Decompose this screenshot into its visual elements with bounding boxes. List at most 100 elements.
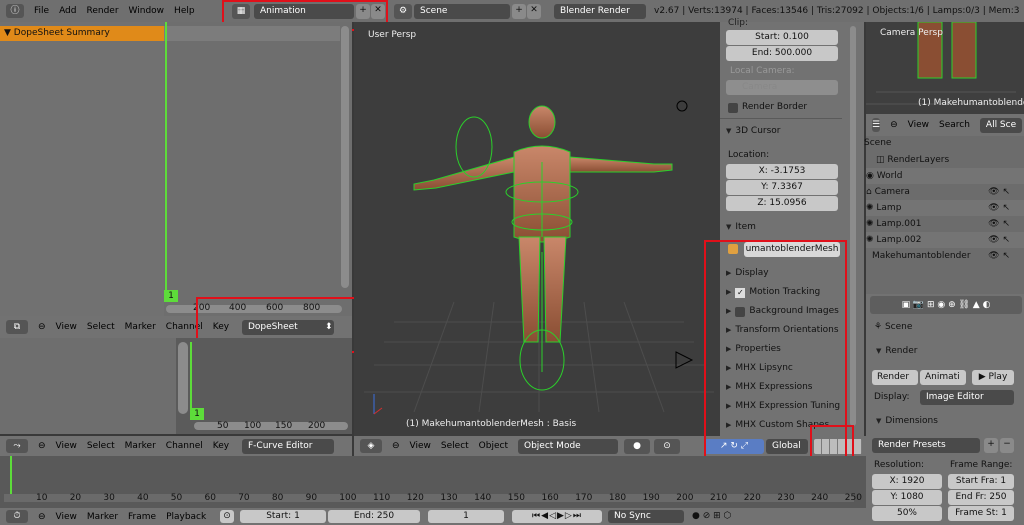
dopesheet-summary-row[interactable]: ▼ DopeSheet Summary (0, 26, 164, 41)
sync-mode-select[interactable]: No Sync (608, 510, 684, 523)
clip-label: Clip: (728, 18, 748, 28)
panel-scrollbar[interactable] (850, 26, 856, 426)
outliner-row-makehuman[interactable]: Makehumantoblender👁 ↖ (866, 248, 1024, 264)
dopesheet-menu-marker[interactable]: Marker (125, 322, 156, 332)
editor-type-icon[interactable]: ⧉ (6, 320, 28, 334)
viewport-menu-view[interactable]: View (410, 441, 431, 451)
preview-range-icon[interactable]: ⊙ (220, 510, 234, 523)
graph-menu-marker[interactable]: Marker (125, 441, 156, 451)
preset-remove-button[interactable]: − (1000, 438, 1014, 453)
graph-menu-channel[interactable]: Channel (166, 441, 203, 451)
object-mode-select[interactable]: Object Mode (518, 439, 618, 454)
panel-render[interactable]: ▼Render (870, 342, 1020, 361)
timeline-tick: 10 (36, 493, 47, 503)
clip-start-field[interactable]: Start: 0.100 (726, 30, 838, 45)
header-collapse-icon[interactable]: ⊖ (38, 322, 46, 332)
properties-tabs[interactable]: ▣ 📷 ⊞ ◉ ⊕ ⛓ ▲ ◐ (870, 296, 1022, 314)
editor-type-icon[interactable]: ◈ (360, 439, 382, 453)
outliner-row-world[interactable]: ◉ World (866, 168, 1024, 184)
play-label: Play (989, 372, 1008, 382)
render-engine-select[interactable]: Blender Render (554, 4, 646, 19)
viewport-menu-select[interactable]: Select (441, 441, 469, 451)
render-presets-select[interactable]: Render Presets (872, 438, 980, 453)
keying-icons[interactable]: ● ⊘ ⊞ ⬡ (692, 510, 752, 523)
resolution-x-field[interactable]: X: 1920 (872, 474, 942, 489)
graph-frame-indicator: 1 (190, 408, 204, 420)
timeline-start-field[interactable]: Start: 1 (240, 510, 326, 523)
panel-item[interactable]: ▼Item (720, 218, 842, 237)
dopesheet-vscroll[interactable] (341, 26, 349, 288)
outliner-row-scene[interactable]: Scene (864, 138, 891, 148)
3d-viewport[interactable]: User Persp (1) MakehumantoblenderMesh : … (354, 22, 720, 436)
menu-file[interactable]: File (34, 6, 49, 16)
render-animation-button[interactable]: Animati (920, 370, 966, 385)
outliner-display-mode[interactable]: All Sce (980, 118, 1022, 133)
pivot-icon[interactable]: ⊙ (654, 439, 680, 454)
dopesheet-menu-select[interactable]: Select (87, 322, 115, 332)
timeline-menu-view[interactable]: View (56, 512, 77, 522)
editor-type-icon[interactable]: ⏱ (6, 510, 28, 523)
menu-add[interactable]: Add (59, 6, 76, 16)
outliner-menu-view[interactable]: View (908, 120, 929, 130)
panel-dimensions[interactable]: ▼Dimensions (870, 412, 1020, 431)
outliner-row-lamp-001[interactable]: ✺ Lamp.001👁 ↖ (866, 216, 1024, 232)
viewport-menu-object[interactable]: Object (479, 441, 508, 451)
timeline-tick: 160 (542, 493, 559, 503)
outliner-row-lamp[interactable]: ✺ Lamp👁 ↖ (866, 200, 1024, 216)
cursor-x-field[interactable]: X: -3.1753 (726, 164, 838, 179)
graph-mode-select[interactable]: F-Curve Editor (242, 439, 334, 454)
timeline-current-frame-field[interactable]: 1 (428, 510, 504, 523)
end-frame-field[interactable]: End Fr: 250 (948, 490, 1014, 505)
cursor-y-field[interactable]: Y: 7.3367 (726, 180, 838, 195)
timeline-menu-marker[interactable]: Marker (87, 512, 118, 522)
outliner-menu-search[interactable]: Search (939, 120, 970, 130)
timeline-menu-playback[interactable]: Playback (166, 512, 206, 522)
menu-render[interactable]: Render (87, 6, 119, 16)
panel-3d-cursor[interactable]: ▼3D Cursor (720, 122, 842, 141)
graph-menu-view[interactable]: View (56, 441, 77, 451)
separator (720, 118, 842, 119)
header-collapse-icon[interactable]: ⊖ (38, 512, 46, 522)
local-camera-field[interactable]: Camera (726, 80, 838, 95)
editor-type-icon[interactable]: ☰ (872, 118, 880, 132)
header-collapse-icon[interactable]: ⊖ (890, 120, 898, 130)
frame-range-label: Frame Range: (950, 460, 1012, 470)
graph-menu-select[interactable]: Select (87, 441, 115, 451)
render-border-checkbox[interactable] (728, 103, 738, 113)
outliner-row-label: Lamp.001 (876, 219, 921, 229)
scene-select[interactable]: Scene (414, 4, 510, 19)
frame-step-field[interactable]: Frame St: 1 (948, 506, 1014, 521)
playback-controls[interactable]: ⏮◀◁▶▷⏭ (512, 510, 602, 523)
viewport-shading-icon[interactable]: ● (624, 439, 650, 454)
dopesheet-menu-view[interactable]: View (56, 322, 77, 332)
header-collapse-icon[interactable]: ⊖ (392, 441, 400, 451)
play-button[interactable]: ▶ Play (972, 370, 1014, 385)
timeline-end-field[interactable]: End: 250 (328, 510, 420, 523)
resolution-y-field[interactable]: Y: 1080 (872, 490, 942, 505)
outliner-row-renderlayers[interactable]: ◫ RenderLayers (866, 152, 1024, 168)
resolution-percent-field[interactable]: 50% (872, 506, 942, 521)
display-select[interactable]: Image Editor (920, 390, 1014, 405)
info-editor-icon[interactable]: ⓘ (6, 4, 24, 18)
render-image-button[interactable]: Render (872, 370, 918, 385)
cursor-z-field[interactable]: Z: 15.0956 (726, 196, 838, 211)
camera-object-label: (1) Makehumantoblender (918, 98, 1024, 108)
header-collapse-icon[interactable]: ⊖ (38, 441, 46, 451)
editor-type-icon[interactable]: ⤳ (6, 439, 28, 453)
start-frame-field[interactable]: Start Fra: 1 (948, 474, 1014, 489)
graph-menu-key[interactable]: Key (213, 441, 229, 451)
menu-help[interactable]: Help (174, 6, 195, 16)
outliner-row-camera[interactable]: ⌂ Camera👁 ↖ (866, 184, 1024, 200)
menu-window[interactable]: Window (129, 6, 165, 16)
scene-delete-button[interactable]: ✕ (527, 4, 541, 19)
preset-add-button[interactable]: + (984, 438, 998, 453)
scene-add-button[interactable]: + (512, 4, 526, 19)
timeline-tick: 100 (339, 493, 356, 503)
outliner-row-lamp-002[interactable]: ✺ Lamp.002👁 ↖ (866, 232, 1024, 248)
clip-end-field[interactable]: End: 500.000 (726, 46, 838, 61)
panel-dimensions-label: Dimensions (885, 412, 938, 431)
camera-view[interactable]: Camera Persp (1) Makehumantoblender (866, 22, 1024, 114)
outliner-tree: Scene ◫ RenderLayers ◉ World ⌂ Camera👁 ↖… (866, 136, 1024, 294)
graph-channel-scroll[interactable] (178, 342, 188, 414)
timeline-menu-frame[interactable]: Frame (128, 512, 156, 522)
